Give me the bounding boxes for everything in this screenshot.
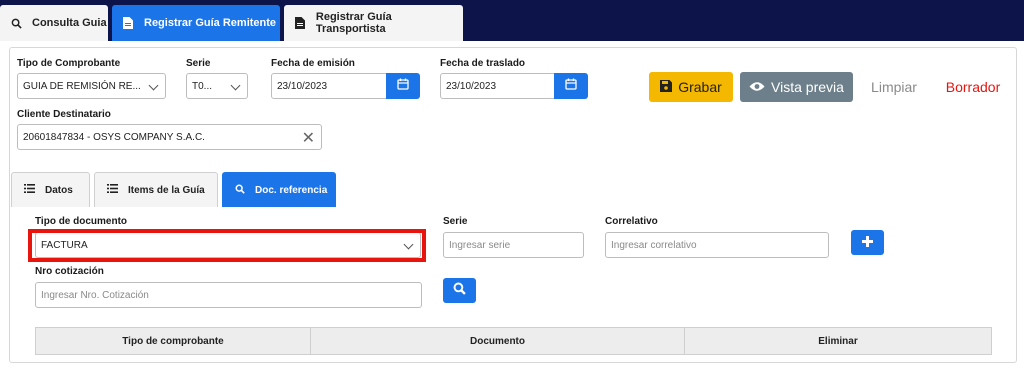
serie-value: T0... xyxy=(192,80,213,92)
tab-registrar-guia-transportista[interactable]: Registrar Guía Transportista xyxy=(284,5,463,41)
grabar-button[interactable]: Grabar xyxy=(649,72,733,102)
tab-label: Registrar Guía Transportista xyxy=(315,11,392,35)
fecha-emision-label: Fecha de emisión xyxy=(271,58,355,69)
tipo-comprobante-value: GUIA DE REMISIÓN RE... xyxy=(23,80,141,92)
correlativo-input[interactable]: Ingresar correlativo xyxy=(605,232,829,258)
calendar-button[interactable] xyxy=(386,73,420,99)
subtab-items-guia[interactable]: Items de la Guía xyxy=(94,172,218,207)
serie-doc-label: Serie xyxy=(443,216,468,227)
chevron-down-icon xyxy=(148,80,159,91)
nro-cotizacion-placeholder: Ingresar Nro. Cotización xyxy=(41,289,149,301)
list-icon xyxy=(107,184,118,196)
cliente-destinatario-value: 20601847834 - OSYS COMPANY S.A.C. xyxy=(23,131,205,143)
tab-label: Registrar Guía Remitente xyxy=(144,17,277,29)
save-icon xyxy=(660,79,673,95)
serie-doc-placeholder: Ingresar serie xyxy=(449,239,511,251)
grabar-label: Grabar xyxy=(678,79,722,95)
limpiar-button[interactable]: Limpiar xyxy=(862,72,926,102)
correlativo-placeholder: Ingresar correlativo xyxy=(611,239,697,251)
limpiar-label: Limpiar xyxy=(871,79,917,95)
serie-select[interactable]: T0... xyxy=(186,73,248,99)
tipo-comprobante-label: Tipo de Comprobante xyxy=(17,58,121,69)
vista-previa-label: Vista previa xyxy=(771,79,844,95)
column-header: Tipo de comprobante xyxy=(36,328,311,354)
reference-table-header: Tipo de comprobante Documento Eliminar xyxy=(35,327,992,355)
document-icon xyxy=(122,17,134,29)
tab-label: Consulta Guia xyxy=(32,17,107,29)
calendar-icon xyxy=(565,77,577,95)
borrador-button[interactable]: Borrador xyxy=(938,72,1008,102)
highlight-box xyxy=(28,229,426,262)
nro-cotizacion-input[interactable]: Ingresar Nro. Cotización xyxy=(35,282,422,308)
add-document-button[interactable] xyxy=(851,230,884,255)
correlativo-label: Correlativo xyxy=(605,216,658,227)
calendar-icon xyxy=(397,77,409,95)
top-nav: Consulta Guia Registrar Guía Remitente R… xyxy=(0,0,1024,41)
close-icon[interactable]: ✕ xyxy=(302,128,315,148)
search-icon xyxy=(10,17,22,29)
subtab-label: Items de la Guía xyxy=(128,184,205,196)
chevron-down-icon xyxy=(230,80,241,91)
column-header: Eliminar xyxy=(818,335,858,347)
plus-icon xyxy=(862,234,873,252)
vista-previa-button[interactable]: Vista previa xyxy=(740,72,853,102)
subtab-datos[interactable]: Datos xyxy=(11,172,90,207)
cliente-destinatario-input[interactable]: 20601847834 - OSYS COMPANY S.A.C. ✕ xyxy=(17,124,322,150)
search-cotizacion-button[interactable] xyxy=(443,278,476,303)
tipo-documento-label: Tipo de documento xyxy=(35,216,128,227)
cliente-destinatario-label: Cliente Destinatario xyxy=(17,109,111,120)
serie-label: Serie xyxy=(186,58,211,69)
tab-registrar-guia-remitente[interactable]: Registrar Guía Remitente xyxy=(112,5,280,41)
nro-cotizacion-label: Nro cotización xyxy=(35,266,104,277)
document-icon xyxy=(294,17,306,29)
borrador-label: Borrador xyxy=(945,79,1001,95)
eye-icon xyxy=(749,79,765,95)
list-icon xyxy=(24,184,35,196)
subtab-doc-referencia[interactable]: Doc. referencia xyxy=(222,172,336,207)
fecha-traslado-input[interactable]: 23/10/2023 xyxy=(440,73,555,99)
search-icon xyxy=(235,184,245,197)
tipo-comprobante-select[interactable]: GUIA DE REMISIÓN RE... xyxy=(17,73,166,99)
subtab-label: Doc. referencia xyxy=(255,184,328,196)
fecha-emision-input[interactable]: 23/10/2023 xyxy=(271,73,387,99)
tab-consulta-guia[interactable]: Consulta Guia xyxy=(0,5,108,41)
fecha-traslado-value: 23/10/2023 xyxy=(446,80,497,92)
search-icon xyxy=(453,282,466,300)
fecha-traslado-label: Fecha de traslado xyxy=(440,58,526,69)
subtab-label: Datos xyxy=(45,184,73,196)
calendar-button[interactable] xyxy=(554,73,588,99)
serie-doc-input[interactable]: Ingresar serie xyxy=(443,232,584,258)
fecha-emision-value: 23/10/2023 xyxy=(277,80,328,92)
column-header: Documento xyxy=(311,328,685,354)
